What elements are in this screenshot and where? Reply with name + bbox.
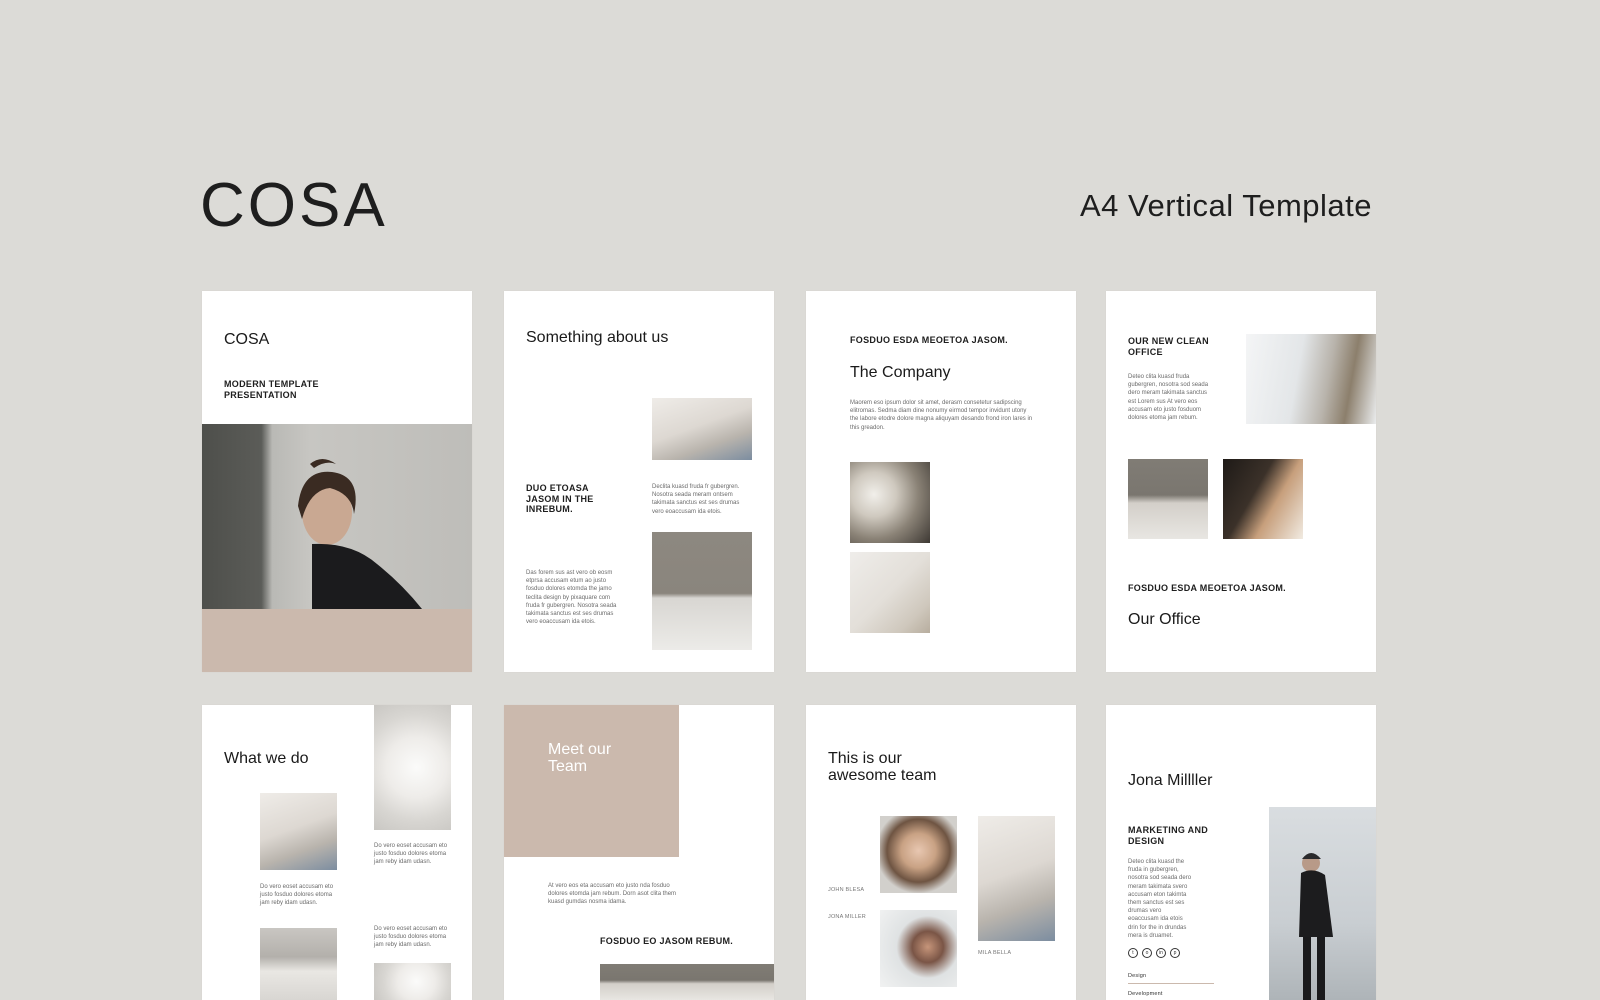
profile-skill-2: Development — [1128, 991, 1163, 997]
brand-title: COSA — [200, 171, 388, 240]
profile-name: Jona Millller — [1128, 772, 1213, 789]
meet-team-title: Meet our Team — [548, 741, 612, 775]
what-caption-3: Do vero eoset accusam eto justo fosduo d… — [374, 926, 448, 949]
office-kicker: FOSDUO ESDA MEOETOA JASOM. — [1128, 583, 1286, 593]
cover-subtitle: MODERN TEMPLATE PRESENTATION — [224, 379, 319, 400]
meet-team-paragraph: At vero eos eta accusam eto justo nda fo… — [548, 883, 677, 906]
skill-bar-track — [1128, 983, 1214, 984]
cover-photo — [202, 424, 472, 609]
company-paragraph: Maorem eso ipsum dolor sit amet, derasm … — [850, 400, 1033, 431]
office-photo-vase — [1128, 459, 1208, 539]
profile-photo — [1269, 807, 1376, 1000]
office-photo-wall — [1223, 459, 1303, 539]
company-kicker: FOSDUO ESDA MEOETOA JASOM. — [850, 335, 1008, 345]
skill-bar-fill — [1128, 983, 1214, 984]
profile-skill-1: Design — [1128, 973, 1147, 979]
about-photo-vase — [652, 532, 752, 650]
about-heading: DUO ETOASA JASOM IN THE INREBUM. — [526, 483, 594, 514]
office-paragraph: Deteo clita kuasd fruda gubergren, nosot… — [1128, 374, 1209, 422]
what-caption-2: Do vero eoset accusam eto justo fosduo d… — [260, 884, 334, 907]
team-photo-jona — [880, 910, 957, 987]
about-title: Something about us — [526, 329, 669, 346]
twitter-icon[interactable]: t — [1128, 948, 1138, 958]
what-photo-sweater — [374, 705, 451, 830]
office-photo-room — [1246, 334, 1376, 424]
what-photo-bottom — [374, 963, 451, 1000]
page-about[interactable]: Something about us DUO ETOASA JASOM IN T… — [504, 291, 774, 672]
company-photo-stairs — [850, 552, 930, 633]
profile-bio: Deteo clita kuasd the fruda in gubergren… — [1128, 859, 1192, 939]
about-paragraph-left: Das forem sus ast vero ob eosm etprsa ac… — [526, 570, 617, 626]
what-we-do-title: What we do — [224, 750, 309, 767]
page-meet-team[interactable]: Meet our Team At vero eos eta accusam et… — [504, 705, 774, 1000]
page-awesome-team[interactable]: This is our awesome team JOHN BLESA JONA… — [806, 705, 1076, 1000]
team-photo-john — [880, 816, 957, 893]
about-photo-jeans — [652, 398, 752, 460]
profile-social-icons: t o in p — [1128, 948, 1180, 958]
profile-man-illustration — [1299, 853, 1333, 1000]
meet-team-accent-block: Meet our Team — [504, 705, 679, 857]
linkedin-icon[interactable]: in — [1156, 948, 1166, 958]
team-member-1: JOHN BLESA — [828, 887, 865, 893]
page-office[interactable]: OUR NEW CLEAN OFFICE Deteo clita kuasd f… — [1106, 291, 1376, 672]
cover-woman-illustration — [298, 459, 422, 609]
office-heading: OUR NEW CLEAN OFFICE — [1128, 336, 1209, 357]
awesome-team-title: This is our awesome team — [828, 750, 937, 784]
team-member-2: JONA MILLER — [828, 914, 866, 920]
meet-team-photo — [600, 964, 774, 1000]
about-paragraph-right: Declita kuasd fruda fr gubergren. Nosotr… — [652, 484, 740, 515]
page-company[interactable]: FOSDUO ESDA MEOETOA JASOM. The Company M… — [806, 291, 1076, 672]
cover-title: COSA — [224, 331, 270, 348]
page-cover[interactable]: COSA MODERN TEMPLATE PRESENTATION — [202, 291, 472, 672]
company-title: The Company — [850, 364, 951, 381]
what-photo-bag — [260, 928, 337, 1000]
what-caption-1: Do vero eoset accusam eto justo fosduo d… — [374, 843, 448, 866]
meet-team-kicker: FOSDUO EO JASOM REBUM. — [600, 936, 734, 946]
brand-subtitle: A4 Vertical Template — [1079, 188, 1372, 223]
team-photo-mila — [978, 816, 1055, 941]
page-what-we-do[interactable]: What we do Do vero eoset accusam eto jus… — [202, 705, 472, 1000]
instagram-icon[interactable]: o — [1142, 948, 1152, 958]
page-profile[interactable]: Jona Millller MARKETING AND DESIGN Deteo… — [1106, 705, 1376, 1000]
pinterest-icon[interactable]: p — [1170, 948, 1180, 958]
office-title: Our Office — [1128, 611, 1201, 628]
company-photo-curve — [850, 462, 930, 543]
profile-role: MARKETING AND DESIGN — [1128, 825, 1209, 846]
what-photo-jeans — [260, 793, 337, 870]
team-member-3: MILA BELLA — [978, 950, 1012, 956]
cover-accent-block — [202, 609, 472, 672]
